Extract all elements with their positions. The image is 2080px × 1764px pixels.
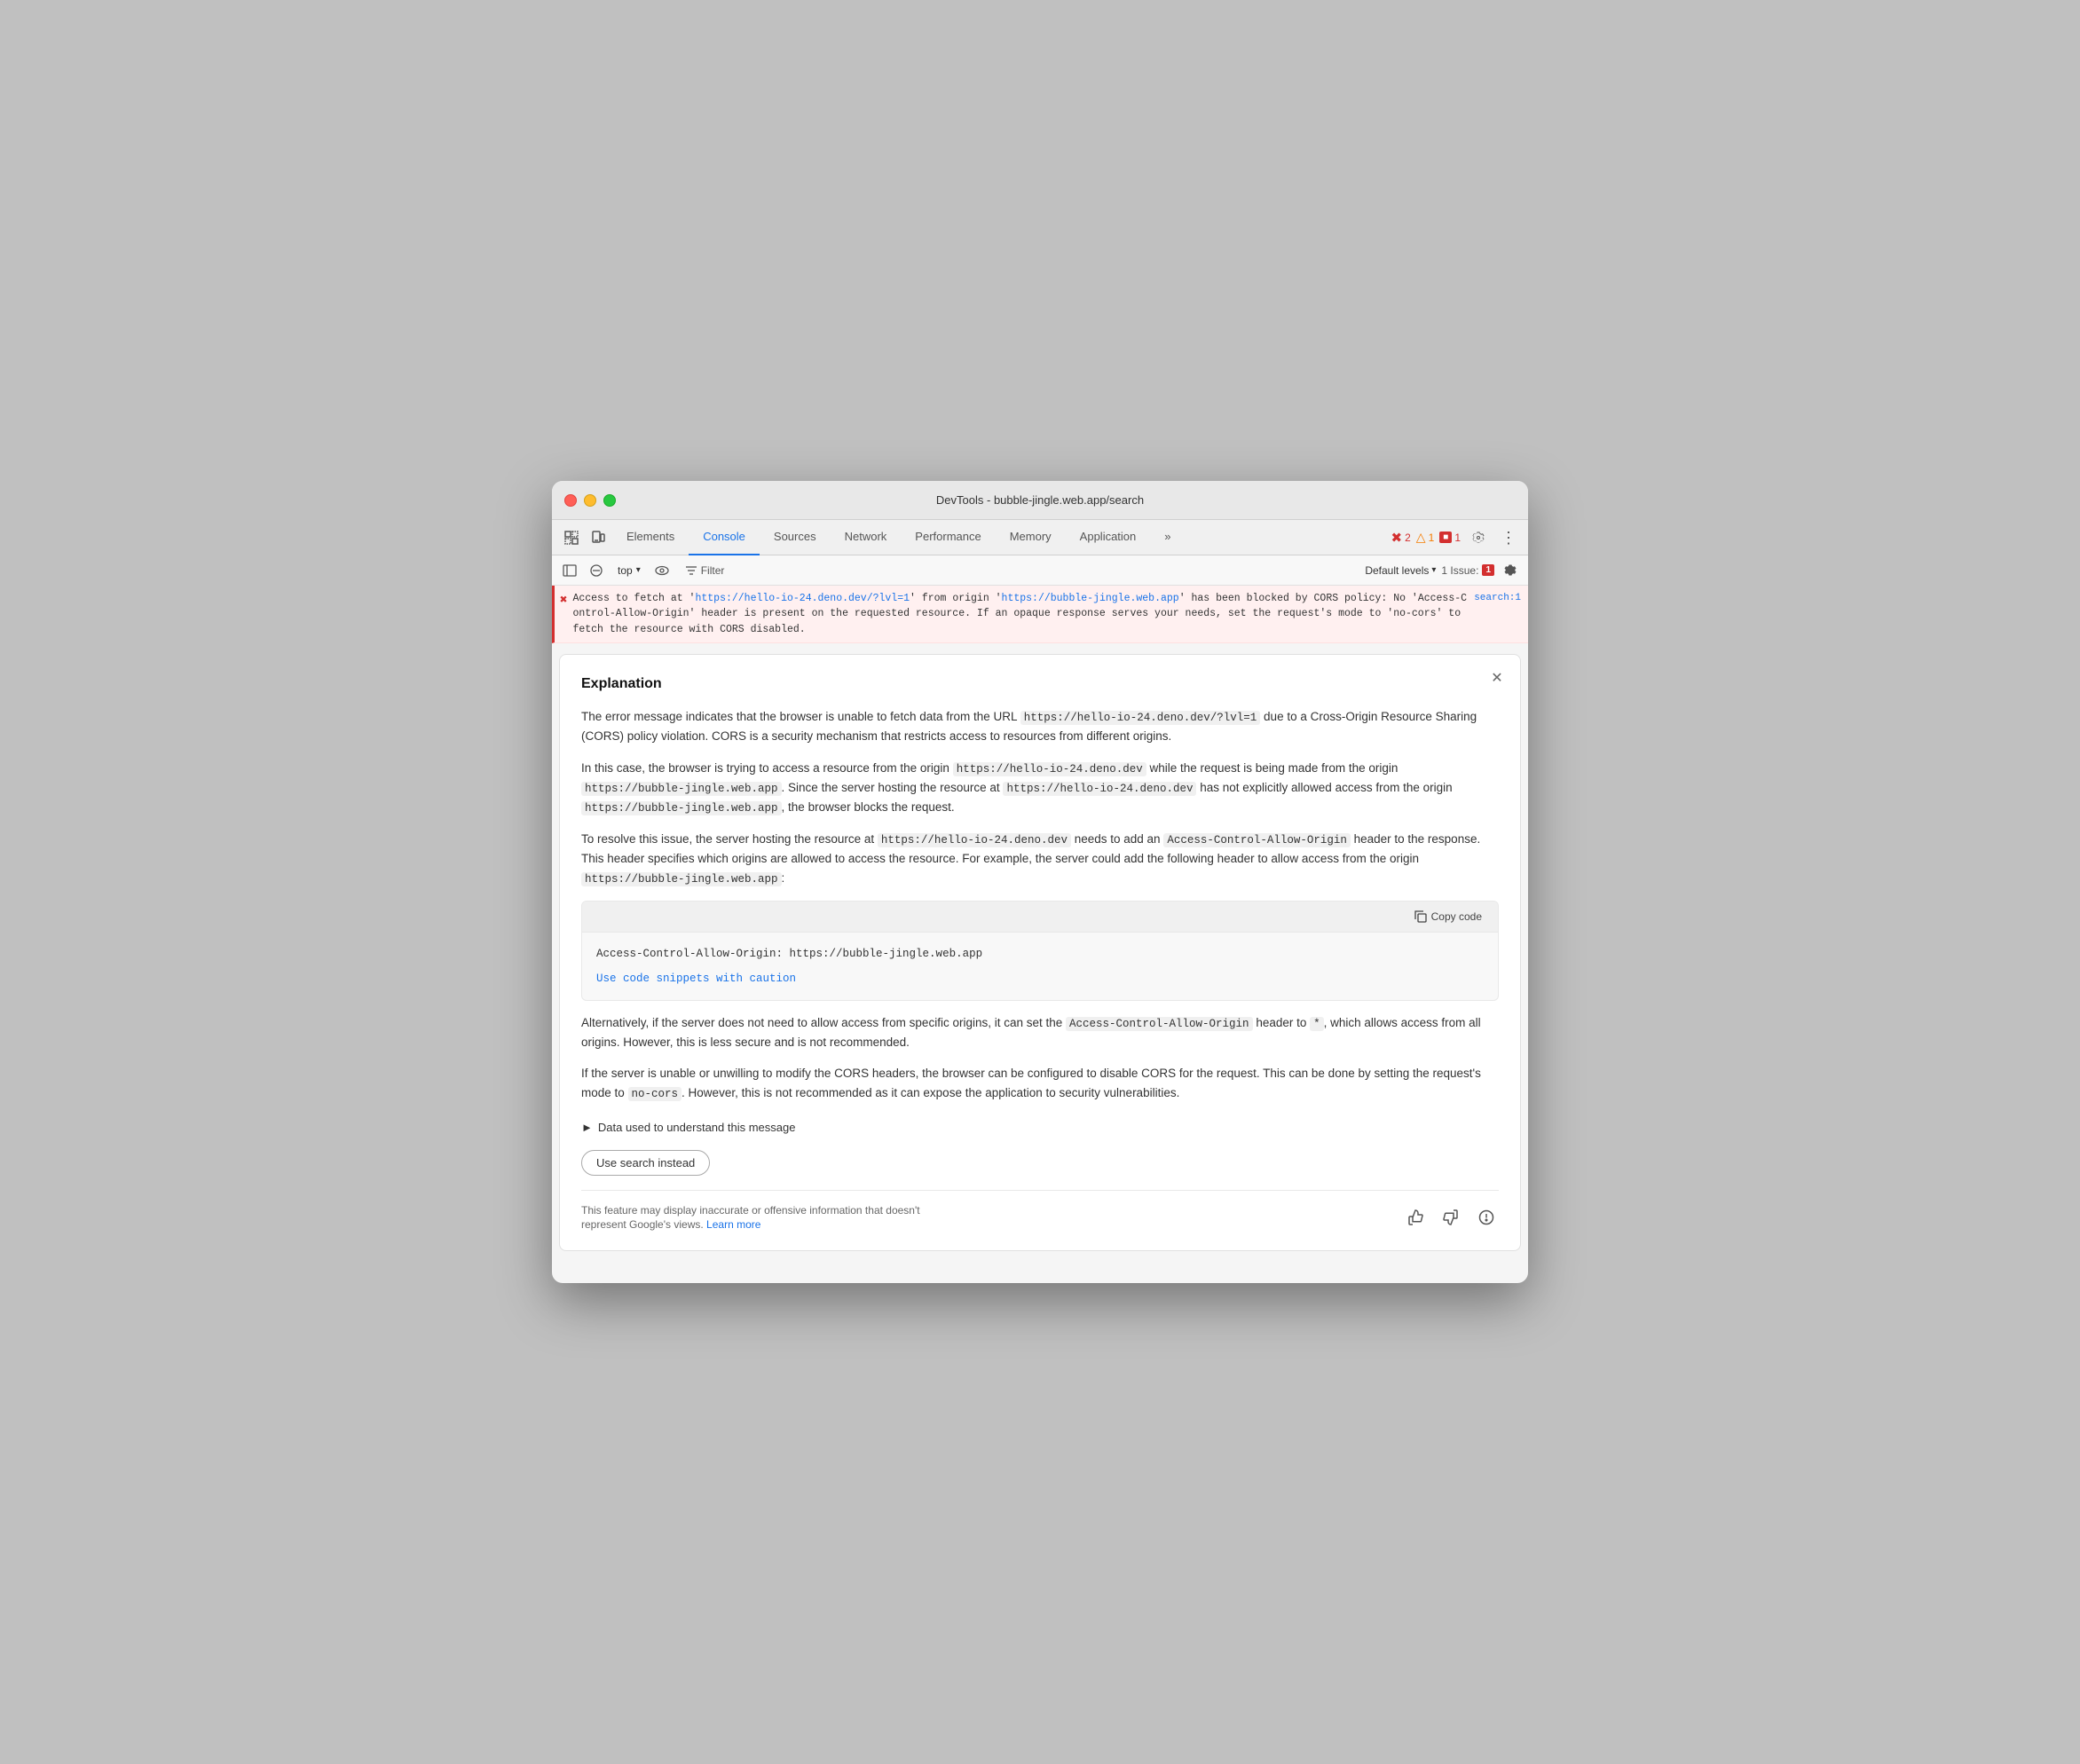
info-badge[interactable]: ■ 1 [1439,532,1461,544]
copy-code-button[interactable]: Copy code [1409,909,1487,925]
default-levels-arrow: ▾ [1431,565,1436,575]
data-used-arrow: ► [581,1119,593,1138]
explanation-para-4: Alternatively, if the server does not ne… [581,1013,1499,1052]
explanation-para-2: In this case, the browser is trying to a… [581,759,1499,817]
error-url1[interactable]: https://hello-io-24.deno.dev/?lvl=1 [695,593,910,604]
thumbs-up-button[interactable] [1403,1205,1428,1230]
issues-count: 1 [1482,564,1494,576]
error-text: Access to fetch at 'https://hello-io-24.… [572,591,1469,637]
tab-more[interactable]: » [1150,520,1185,555]
error-badge[interactable]: ✖ 2 [1391,530,1411,546]
devtools-window: DevTools - bubble-jingle.web.app/search [552,481,1528,1283]
explanation-panel: Explanation ✕ The error message indicate… [559,654,1521,1251]
context-dropdown-icon: ▾ [636,565,641,575]
eye-icon[interactable] [651,560,673,581]
window-title: DevTools - bubble-jingle.web.app/search [936,493,1144,507]
console-toolbar: top ▾ Filter Default levels [552,555,1528,586]
default-levels-selector[interactable]: Default levels ▾ [1365,564,1436,577]
sidebar-toggle-icon[interactable] [559,560,580,581]
minimize-button[interactable] [584,494,596,507]
flag-button[interactable] [1474,1205,1499,1230]
data-used-section: ► Data used to understand this message U… [581,1119,1499,1176]
data-used-label: Data used to understand this message [598,1119,796,1138]
warn-badge[interactable]: △ 1 [1416,530,1434,545]
code-snippet: Access-Control-Allow-Origin: https://bub… [596,945,1484,963]
explanation-para-3: To resolve this issue, the server hostin… [581,830,1499,888]
devtools-body: Elements Console Sources Network Perform… [552,520,1528,1283]
tab-performance[interactable]: Performance [901,520,995,555]
clear-console-icon[interactable] [586,560,607,581]
data-used-toggle[interactable]: ► Data used to understand this message [581,1119,1499,1138]
console-scroll[interactable]: ✖ Access to fetch at 'https://hello-io-2… [552,586,1528,1283]
settings-icon[interactable] [1466,525,1491,550]
explanation-footer: This feature may display inaccurate or o… [581,1190,1499,1233]
issues-badge[interactable]: 1 Issue: 1 [1441,564,1494,577]
filter-button[interactable]: Filter [678,563,732,579]
close-button[interactable] [564,494,577,507]
error-icon: ✖ [560,592,567,610]
footer-actions [1403,1205,1499,1230]
title-bar: DevTools - bubble-jingle.web.app/search [552,481,1528,520]
error-row: ✖ Access to fetch at 'https://hello-io-2… [552,586,1528,643]
close-explanation-button[interactable]: ✕ [1486,667,1508,689]
tab-list: Elements Console Sources Network Perform… [612,520,1390,555]
context-label: top [618,564,633,577]
code-block-header: Copy code [582,902,1498,933]
device-toolbar-icon[interactable] [586,525,611,550]
learn-more-link[interactable]: Learn more [706,1218,760,1231]
tab-application[interactable]: Application [1066,520,1151,555]
tab-elements[interactable]: Elements [612,520,689,555]
filter-label: Filter [701,564,725,577]
footer-disclaimer-text: This feature may display inaccurate or o… [581,1203,936,1233]
tab-network[interactable]: Network [831,520,902,555]
thumbs-down-button[interactable] [1438,1205,1463,1230]
explanation-para-1: The error message indicates that the bro… [581,707,1499,746]
toolbar-right: ✖ 2 △ 1 ■ 1 ⋮ [1391,525,1521,550]
use-search-button[interactable]: Use search instead [581,1150,710,1176]
explanation-title: Explanation [581,673,1499,696]
explanation-para-5: If the server is unable or unwilling to … [581,1064,1499,1103]
code-block-body: Access-Control-Allow-Origin: https://bub… [582,933,1498,1000]
code-caution-link[interactable]: Use code snippets with caution [596,970,1484,988]
maximize-button[interactable] [603,494,616,507]
error-url2[interactable]: https://bubble-jingle.web.app [1002,593,1179,604]
context-selector[interactable]: top ▾ [612,563,646,579]
devtools-toolbar: Elements Console Sources Network Perform… [552,520,1528,555]
console-settings-icon[interactable] [1500,560,1521,581]
tab-memory[interactable]: Memory [996,520,1066,555]
error-source[interactable]: search:1 [1474,591,1521,606]
more-options-icon[interactable]: ⋮ [1496,525,1521,550]
tab-console[interactable]: Console [689,520,760,555]
traffic-lights [564,494,616,507]
inspect-element-icon[interactable] [559,525,584,550]
code-block: Copy code Access-Control-Allow-Origin: h… [581,901,1499,1001]
tab-sources[interactable]: Sources [760,520,831,555]
